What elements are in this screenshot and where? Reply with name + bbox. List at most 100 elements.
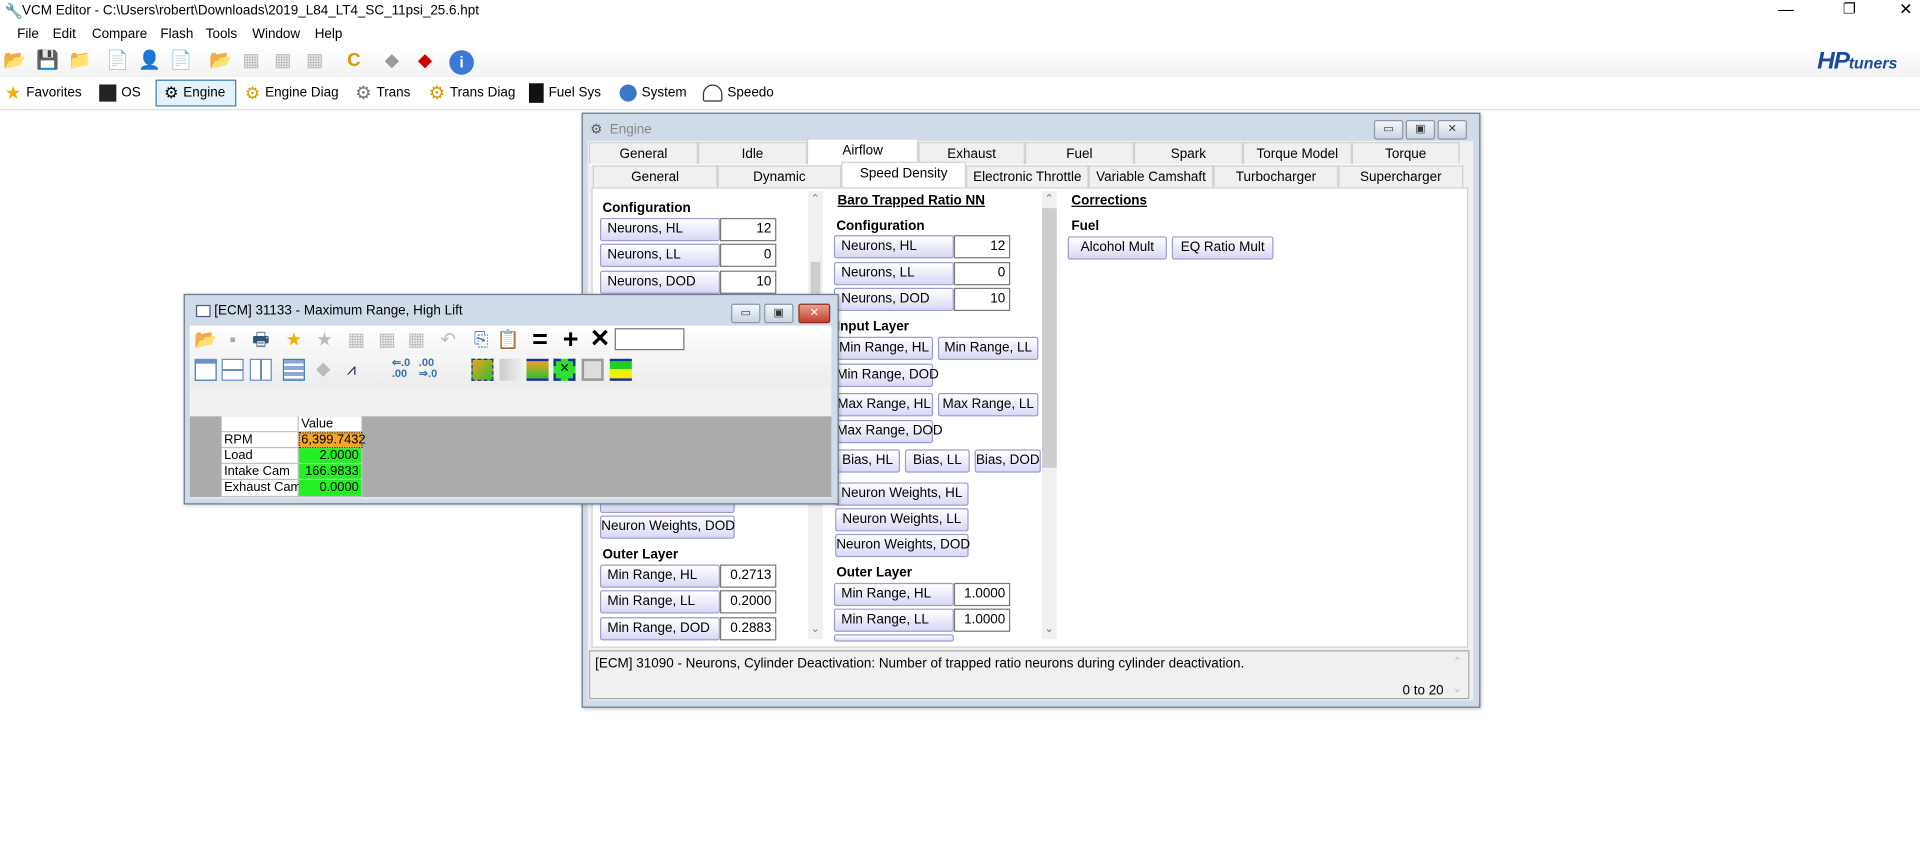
minimize-button[interactable]: — <box>1778 0 1794 18</box>
remove-favorite-icon[interactable]: ★ <box>313 329 335 351</box>
undo-icon[interactable]: ↶ <box>437 329 459 351</box>
multiply-icon[interactable]: ✕ <box>589 327 611 351</box>
table-icon[interactable]: ▦ <box>376 329 398 351</box>
scroll-up-icon[interactable]: ⌃ <box>811 192 820 205</box>
max-range-hl-button[interactable]: Max Range, HL <box>835 393 934 417</box>
outer-min-range-hl-button[interactable]: Min Range, HL <box>600 564 721 588</box>
intake-cam-value-cell[interactable]: 166.9833 <box>298 464 363 481</box>
neuron-weights-dod-button[interactable]: Neuron Weights, DOD <box>835 533 970 558</box>
increase-decimal-icon[interactable]: .00 ⇒.0 <box>419 357 437 380</box>
rpm-value-cell[interactable]: 6,399.7432 <box>298 432 366 449</box>
subtab-supercharger[interactable]: Supercharger <box>1338 165 1464 188</box>
table-icon[interactable]: ▦ <box>405 329 427 351</box>
table-view-icon[interactable] <box>282 358 305 381</box>
neurons-dod-button[interactable]: Neurons, DOD <box>600 270 721 294</box>
table-icon[interactable]: ▦ <box>345 329 367 351</box>
add-favorite-icon[interactable]: ★ <box>283 329 305 351</box>
neuron-weights-dod-button[interactable]: Neuron Weights, DOD <box>600 515 735 539</box>
outer-min-range-dod-button[interactable]: Min Range, DOD <box>600 617 721 641</box>
scrollbar-thumb[interactable] <box>1042 208 1057 468</box>
maximize-button[interactable]: ▣ <box>764 303 794 324</box>
outer-min-range-ll-value[interactable]: 1.0000 <box>953 608 1011 632</box>
outer-min-range-ll-button[interactable]: Min Range, LL <box>600 590 721 614</box>
open-recent-icon[interactable]: 📁 <box>68 50 91 72</box>
subtab-electronic-throttle[interactable]: Electronic Throttle <box>966 165 1089 188</box>
chip-icon[interactable]: ◆ <box>381 50 403 72</box>
nav-engine[interactable]: ⚙ Engine <box>155 79 237 107</box>
neurons-hl-button[interactable]: Neurons, HL <box>600 217 721 242</box>
min-range-hl-button[interactable]: Min Range, HL <box>835 336 934 361</box>
scroll-up-icon[interactable]: ⌃ <box>1044 192 1053 205</box>
neurons-ll-button[interactable]: Neurons, LL <box>833 262 954 286</box>
subtab-dynamic[interactable]: Dynamic <box>717 165 842 188</box>
maximize-button[interactable]: ❐ <box>1843 0 1856 17</box>
menu-compare[interactable]: Compare <box>92 27 147 42</box>
nav-trans-diag[interactable]: ⚙ Trans Diag <box>429 80 516 107</box>
min-range-dod-button[interactable]: Min Range, DOD <box>835 363 939 387</box>
open-file-icon[interactable]: 📂 <box>3 50 26 72</box>
outer-min-range-dod-value[interactable]: 0.2883 <box>720 617 777 641</box>
copy-icon[interactable]: ⎘ <box>470 329 492 351</box>
gray-box-icon[interactable] <box>581 358 604 381</box>
nav-os[interactable]: OS <box>99 80 141 107</box>
bias-ll-button[interactable]: Bias, LL <box>904 449 970 473</box>
min-range-ll-button[interactable]: Min Range, LL <box>937 336 1039 361</box>
user-info-icon[interactable]: 👤 <box>138 50 161 72</box>
tab-spark[interactable]: Spark <box>1133 142 1243 165</box>
max-range-ll-button[interactable]: Max Range, LL <box>937 393 1039 417</box>
subtab-variable-camshaft[interactable]: Variable Camshaft <box>1088 165 1214 188</box>
nav-favorites[interactable]: ★ Favorites <box>5 80 82 107</box>
color-disabled-icon[interactable] <box>499 358 522 381</box>
table-icon[interactable]: ▦ <box>304 50 326 72</box>
plus-icon[interactable]: + <box>560 325 582 352</box>
menu-help[interactable]: Help <box>315 27 343 42</box>
scroll-up-icon[interactable]: ⌃ <box>1453 655 1462 668</box>
write-chip-icon[interactable]: ◆ <box>414 50 436 72</box>
file-history-icon[interactable]: 📄 <box>170 50 193 72</box>
nav-system[interactable]: System <box>619 80 687 107</box>
load-value-cell[interactable]: 2.0000 <box>298 448 363 465</box>
tab-torque-model[interactable]: Torque Model <box>1242 142 1352 165</box>
save-icon[interactable]: ▪ <box>222 329 244 351</box>
outer-min-range-hl-value[interactable]: 0.2713 <box>720 564 777 588</box>
3d-view-icon[interactable]: ◆ <box>312 359 334 381</box>
operation-value-input[interactable] <box>614 328 685 351</box>
subtab-turbocharger[interactable]: Turbocharger <box>1213 165 1339 188</box>
color-gradient-icon[interactable] <box>526 358 549 381</box>
nav-fuel-sys[interactable]: Fuel Sys <box>528 80 601 107</box>
close-button[interactable]: ✕ <box>1899 0 1912 20</box>
nav-trans[interactable]: ⚙ Trans <box>355 80 410 107</box>
neurons-dod-button[interactable]: Neurons, DOD <box>833 287 954 312</box>
minimize-button[interactable]: ▭ <box>731 303 761 324</box>
horizontal-split-icon[interactable] <box>221 358 244 381</box>
color-selection-icon[interactable] <box>471 358 494 381</box>
subtab-speed-density[interactable]: Speed Density <box>841 161 967 188</box>
neuron-weights-hl-button[interactable]: Neuron Weights, HL <box>835 482 969 506</box>
minimize-button[interactable]: ▭ <box>1373 120 1404 140</box>
close-button[interactable]: ✕ <box>798 303 831 324</box>
tab-idle[interactable]: Idle <box>697 142 807 165</box>
menu-edit[interactable]: Edit <box>53 27 76 42</box>
open-icon[interactable]: 📂 <box>194 329 217 351</box>
paste-icon[interactable]: 📋 <box>497 329 520 351</box>
highlight-icon[interactable] <box>609 358 632 381</box>
close-button[interactable]: ✕ <box>1437 120 1467 140</box>
col2-scrollbar[interactable]: ⌃ ⌄ <box>1042 191 1057 640</box>
maximize-button[interactable]: ▣ <box>1405 120 1436 140</box>
tab-general[interactable]: General <box>588 142 698 165</box>
save-icon[interactable]: 💾 <box>36 50 59 72</box>
menu-tools[interactable]: Tools <box>206 27 237 42</box>
max-range-dod-button[interactable]: Max Range, DOD <box>835 420 943 444</box>
scroll-down-icon[interactable]: ⌄ <box>811 622 820 635</box>
neuron-weights-ll-button[interactable]: Neuron Weights, LL <box>835 508 969 532</box>
outer-min-range-hl-button[interactable]: Min Range, HL <box>833 582 954 607</box>
graph-icon[interactable]: ⩘ <box>340 359 362 381</box>
outer-min-range-ll-button[interactable]: Min Range, LL <box>833 608 954 632</box>
clear-color-icon[interactable]: ✕ <box>553 358 576 381</box>
menu-window[interactable]: Window <box>252 27 300 42</box>
info-icon[interactable]: i <box>449 50 474 75</box>
outer-min-range-hl-value[interactable]: 1.0000 <box>953 582 1011 607</box>
eq-ratio-mult-button[interactable]: EQ Ratio Mult <box>1171 236 1274 260</box>
neurons-ll-button[interactable]: Neurons, LL <box>600 243 721 267</box>
neurons-dod-value[interactable]: 10 <box>720 270 777 294</box>
